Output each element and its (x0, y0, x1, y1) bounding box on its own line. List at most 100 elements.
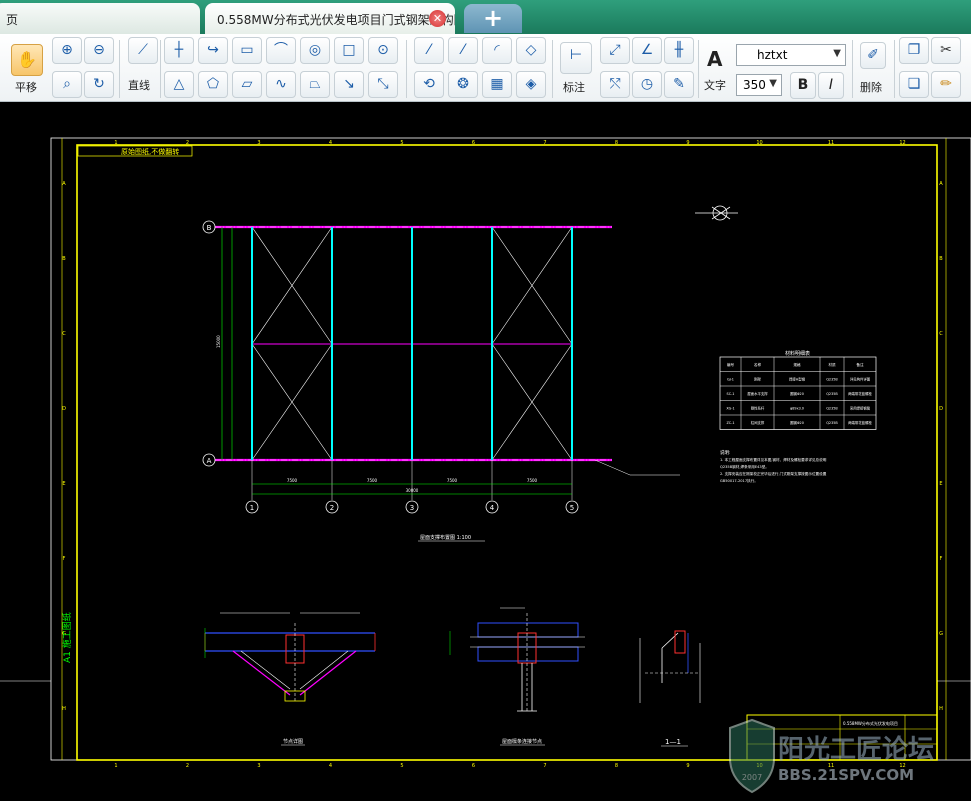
cad-viewer-app: 页 0.558MW分布式光伏发电项目门式钢架结构图.d ✕ + ✋ 平移 ⊕ ⊖… (0, 0, 971, 801)
offset-icon[interactable]: ❂ (448, 71, 478, 98)
grid-row-label: A (207, 457, 212, 465)
ellipse-icon[interactable]: ⊙ (368, 37, 398, 64)
border-col-number: 3 (257, 140, 260, 146)
table-cell: 两端带花篮螺栓 (848, 420, 872, 425)
trapezoid-icon[interactable]: ⏢ (300, 71, 330, 98)
table-cell: 详见构件详图 (850, 377, 871, 382)
grid-row-label: B (207, 224, 212, 232)
tab-home[interactable]: 页 (0, 3, 200, 34)
font-select[interactable]: hztxt ▼ (736, 44, 846, 66)
parallelogram-icon[interactable]: ▱ (232, 71, 262, 98)
rotate-icon[interactable]: ⟲ (414, 71, 444, 98)
drawing-canvas[interactable]: 112233445566778899101011111212 AABBCCDDE… (0, 103, 971, 801)
dim-bay-text: 7500 (527, 478, 538, 483)
border-col-number: 8 (615, 140, 618, 146)
table-cell: 圆钢Φ20 (790, 391, 804, 396)
plan-title: 屋面支撑布置图 1:100 (420, 534, 471, 541)
grid-col-label: 5 (570, 504, 574, 512)
border-row-letter: D (62, 406, 66, 412)
border-row-letters: A AB BC CD DE EF FG GH H (62, 181, 943, 712)
bold-button[interactable]: B (790, 72, 816, 99)
notes-title: 说明: (720, 449, 731, 456)
table-header-cell: 材质 (828, 362, 836, 367)
aligned-dim-icon[interactable]: ⤢ (600, 37, 630, 64)
dim-span-text: 15000 (216, 335, 221, 348)
line-tool-icon[interactable]: ⟋ (128, 37, 158, 64)
slot-icon[interactable]: ▭ (232, 37, 262, 64)
grid-col-label: 4 (490, 504, 495, 512)
border-col-number: 4 (329, 763, 332, 769)
fillet-icon[interactable]: ◜ (482, 37, 512, 64)
inner-frame (76, 144, 938, 761)
eraser-icon[interactable]: ✐ (860, 42, 886, 69)
table-header-cell: 名称 (754, 362, 762, 367)
paste-icon[interactable]: ❏ (899, 71, 929, 98)
notes-line: GB50017-2017执行。 (720, 478, 758, 483)
continuous-dim-icon[interactable]: ╫ (664, 37, 694, 64)
border-row-letter: C (939, 331, 943, 337)
grid-col-label: 2 (330, 504, 334, 512)
chamfer-icon[interactable]: ◇ (516, 37, 546, 64)
arc-icon[interactable]: ⌒ (266, 37, 296, 64)
dimension-icon[interactable]: ⊢ (560, 42, 592, 74)
separator (894, 40, 895, 98)
delete-label: 删除 (860, 81, 882, 94)
watermark-url: BBS.21SPV.COM (778, 766, 914, 784)
size-select-value: 350 (743, 78, 766, 92)
brush-icon[interactable]: ✏ (931, 71, 961, 98)
table-header-cell: 规格 (793, 362, 801, 367)
trim-icon[interactable]: ⁄ (414, 37, 444, 64)
circle-icon[interactable]: ◎ (300, 37, 330, 64)
zoom-window-icon[interactable]: ⌕ (52, 71, 82, 98)
separator (160, 40, 161, 98)
zoom-out-icon[interactable]: ⊖ (84, 37, 114, 64)
table-cell: φ89x3.0 (790, 407, 804, 411)
chevron-down-icon: ▼ (769, 78, 777, 89)
border-col-number: 11 (828, 140, 834, 146)
arc-polyline-icon[interactable]: ↪ (198, 37, 228, 64)
zoom-refresh-icon[interactable]: ↻ (84, 71, 114, 98)
tab-active-drawing[interactable]: 0.558MW分布式光伏发电项目门式钢架结构图.d (205, 3, 455, 34)
border-col-number: 2 (186, 763, 189, 769)
radius-dim-icon[interactable]: ◷ (632, 71, 662, 98)
separator (406, 40, 407, 98)
double-arrow-icon[interactable]: ⤡ (368, 71, 398, 98)
triangle-icon[interactable]: △ (164, 71, 194, 98)
hatch-icon[interactable]: ▦ (482, 71, 512, 98)
border-col-number: 12 (899, 140, 905, 146)
polyline-icon[interactable]: ┼ (164, 37, 194, 64)
angle-dim-icon[interactable]: ∠ (632, 37, 662, 64)
border-row-letter: F (940, 556, 943, 562)
detail1-title: 节点详图 (283, 738, 303, 745)
separator (852, 40, 853, 98)
table-header-cell: 编号 (727, 362, 735, 367)
pan-hand-icon[interactable]: ✋ (11, 44, 43, 76)
separator (698, 40, 699, 98)
pentagon-icon[interactable]: ⬠ (198, 71, 228, 98)
ordinate-dim-icon[interactable]: ⤲ (600, 71, 630, 98)
cut-icon[interactable]: ✂ (931, 37, 961, 64)
border-col-number: 4 (329, 140, 332, 146)
spline-icon[interactable]: ∿ (266, 71, 296, 98)
arrow-line-icon[interactable]: ↘ (334, 71, 364, 98)
italic-button[interactable]: I (818, 72, 844, 99)
close-icon[interactable]: ✕ (429, 10, 446, 27)
dim-bay-text: 7500 (447, 478, 458, 483)
rectangle-icon[interactable]: □ (334, 37, 364, 64)
text-big-icon[interactable]: A (707, 47, 722, 71)
table-cell: 两端带花篮螺栓 (848, 391, 872, 396)
copy-icon[interactable]: ❐ (899, 37, 929, 64)
size-select[interactable]: 350 ▼ (736, 74, 782, 96)
watermark-svg: 2007 阳光工匠论坛 BBS.21SPV.COM (729, 718, 934, 794)
grid-col-label: 3 (410, 504, 414, 512)
plus-icon[interactable]: + (464, 4, 522, 33)
dim-bay-text: 7500 (287, 478, 298, 483)
leader-icon[interactable]: ✎ (664, 71, 694, 98)
border-row-letter: E (939, 481, 942, 487)
fill-bucket-icon[interactable]: ◈ (516, 71, 546, 98)
zoom-in-icon[interactable]: ⊕ (52, 37, 82, 64)
table-cell: 采用焊接钢管 (850, 406, 871, 411)
table-cell: Q235B (826, 378, 838, 382)
extend-icon[interactable]: ⁄ (448, 37, 478, 64)
table-cell: 刚架 (754, 377, 761, 382)
